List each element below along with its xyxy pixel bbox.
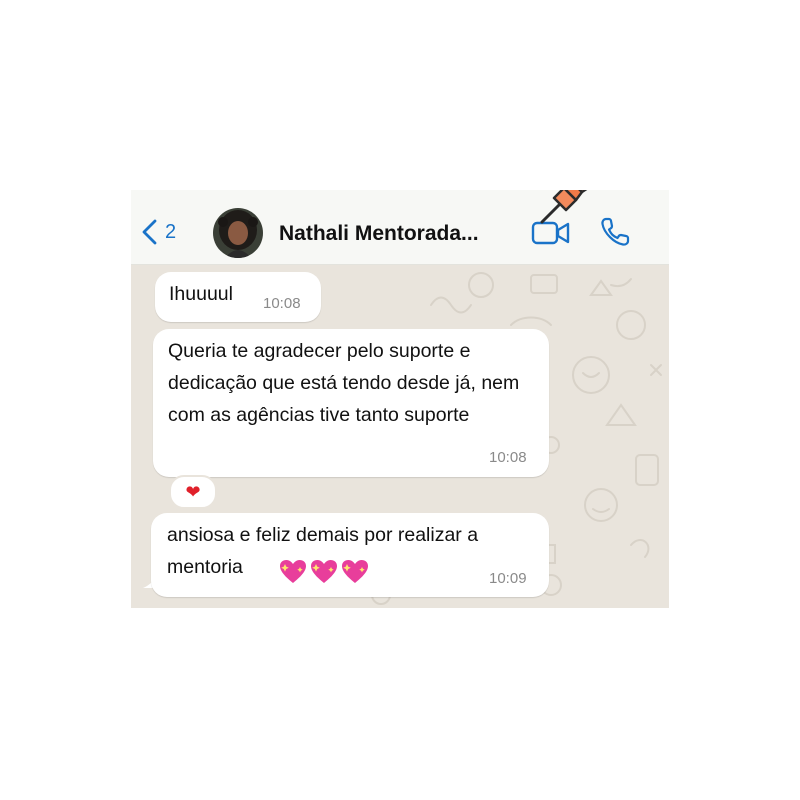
message-text: Queria te agradecer pelo suporte e dedic… — [168, 340, 520, 426]
sparkling-heart-icon — [280, 560, 306, 583]
chat-header: 2 Nathali Mentorada... — [131, 190, 669, 265]
message-text: Ihuuuul — [169, 283, 233, 305]
message-time: 10:08 — [263, 295, 301, 312]
chat-area[interactable]: Ihuuuul 10:08 Queria te agradecer pelo s… — [131, 265, 669, 608]
chevron-left-icon — [142, 219, 157, 245]
message-bubble[interactable]: ansiosa e feliz demais por realizar a me… — [151, 513, 549, 597]
reaction-badge[interactable]: ❤ — [169, 475, 217, 509]
avatar[interactable] — [213, 208, 263, 258]
video-camera-icon[interactable] — [531, 220, 571, 246]
chat-screenshot: Ihuuuul 10:08 Queria te agradecer pelo s… — [131, 190, 669, 608]
contact-name[interactable]: Nathali Mentorada... — [279, 222, 479, 246]
heart-emoji-row — [279, 559, 369, 587]
phone-icon[interactable] — [599, 216, 631, 248]
sparkling-heart-icon — [342, 560, 368, 583]
back-button[interactable]: 2 — [139, 218, 176, 246]
sparkling-heart-icon — [311, 560, 337, 583]
unread-count: 2 — [165, 220, 177, 243]
red-heart-icon: ❤ — [185, 482, 201, 502]
avatar-photo — [213, 208, 263, 258]
message-time: 10:08 — [489, 449, 527, 466]
message-bubble[interactable]: Queria te agradecer pelo suporte e dedic… — [153, 329, 549, 477]
message-bubble[interactable]: Ihuuuul 10:08 — [155, 272, 321, 322]
message-time: 10:09 — [489, 570, 527, 587]
